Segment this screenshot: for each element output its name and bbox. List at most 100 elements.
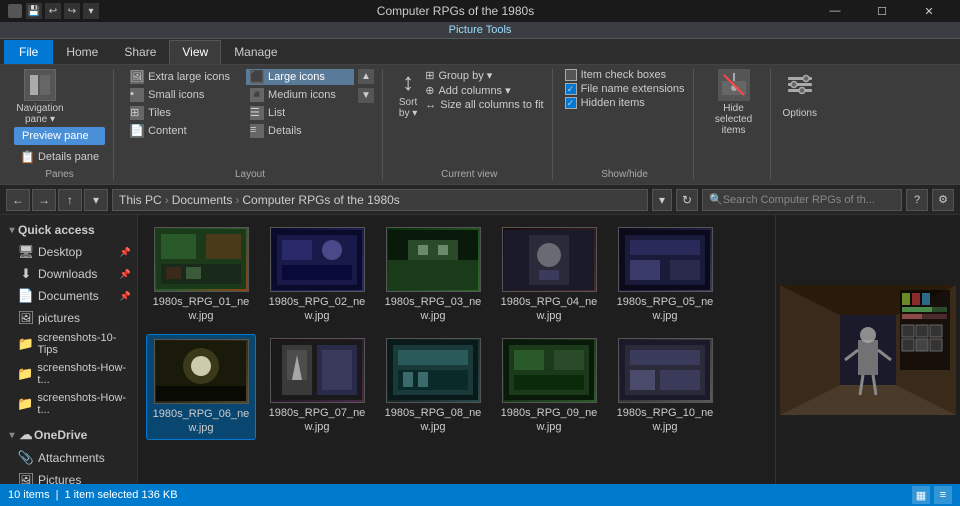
file-thumb-10	[618, 338, 713, 403]
hidden-items-toggle[interactable]: ✓ Hidden items	[565, 97, 685, 109]
layout-small[interactable]: ▪ Small icons	[126, 87, 234, 103]
sort-by-button[interactable]: ↕ Sortby ▾	[395, 69, 421, 119]
file-thumb-2	[270, 227, 365, 292]
up-button[interactable]: ↑	[58, 189, 82, 211]
layout-extra-large[interactable]: 🖼 Extra large icons	[126, 69, 234, 85]
file-item-1[interactable]: 1980s_RPG_01_new.jpg	[146, 223, 256, 328]
file-thumb-7	[270, 338, 365, 403]
screenshots-how1-label: screenshots-How-t...	[37, 362, 131, 386]
path-dropdown-button[interactable]: ▾	[652, 189, 672, 211]
file-item-7[interactable]: 1980s_RPG_07_new.jpg	[262, 334, 372, 441]
close-button[interactable]: ✕	[906, 0, 952, 22]
address-path[interactable]: This PC › Documents › Computer RPGs of t…	[112, 189, 648, 211]
redo-button[interactable]: ↪	[64, 3, 80, 19]
preview-pane-button[interactable]: Preview pane	[14, 127, 105, 145]
current-view-content: ↕ Sortby ▾ ⊞ Group by ▾ ⊕ Add columns ▾ …	[395, 69, 544, 167]
sidebar-item-pictures-od[interactable]: 🖼 Pictures	[0, 469, 137, 484]
layout-less-button[interactable]: ▼	[358, 88, 374, 103]
show-hide-group: Item check boxes ✓ File name extensions …	[557, 69, 694, 180]
settings-button[interactable]: ⚙	[932, 189, 954, 211]
sidebar-item-screenshots-tips[interactable]: 📁 screenshots-10-Tips	[0, 329, 137, 359]
title-bar: 💾 ↩ ↪ ▾ Computer RPGs of the 1980s — ☐ ✕	[0, 0, 960, 22]
current-view-group: ↕ Sortby ▾ ⊞ Group by ▾ ⊕ Add columns ▾ …	[387, 69, 553, 180]
layout-large[interactable]: ⬛ Large icons	[246, 69, 354, 85]
file-item-4[interactable]: 1980s_RPG_04_new.jpg	[494, 223, 604, 328]
file-grid: 1980s_RPG_01_new.jpg 1980s_RPG_02_new.jp…	[138, 215, 775, 484]
tab-file[interactable]: File	[4, 40, 53, 64]
sidebar-item-downloads[interactable]: ⬇ Downloads 📌	[0, 263, 137, 285]
grid-view-button[interactable]: ▦	[912, 486, 930, 504]
preview-pane-label: Preview pane	[22, 130, 89, 142]
forward-button[interactable]: →	[32, 189, 56, 211]
options-button[interactable]: Options	[783, 69, 817, 119]
options-content: Options	[783, 69, 817, 180]
quick-access-header[interactable]: ▾ Quick access	[0, 219, 137, 241]
back-button[interactable]: ←	[6, 189, 30, 211]
refresh-button[interactable]: ↻	[676, 189, 698, 211]
details-pane-button[interactable]: 📋 Details pane	[14, 147, 105, 167]
layout-details[interactable]: ≡ Details	[246, 123, 354, 139]
customize-qs-button[interactable]: ▾	[83, 3, 99, 19]
sidebar-item-attachments[interactable]: 📎 Attachments	[0, 447, 137, 469]
navigation-pane-label: Navigationpane ▾	[16, 103, 63, 125]
onedrive-label: OneDrive	[34, 428, 87, 442]
search-box[interactable]: 🔍 Search Computer RPGs of th...	[702, 189, 902, 211]
file-item-6[interactable]: 1980s_RPG_06_new.jpg	[146, 334, 256, 441]
tab-share[interactable]: Share	[111, 40, 169, 64]
sidebar-item-desktop[interactable]: 🖥 Desktop 📌	[0, 241, 137, 263]
preview-main-content	[780, 285, 956, 415]
sidebar-item-pictures[interactable]: 🖼 pictures	[0, 307, 137, 329]
hide-selected-button[interactable]: Hide selecteditems	[706, 69, 762, 136]
item-checkboxes-toggle[interactable]: Item check boxes	[565, 69, 685, 81]
add-columns-button[interactable]: ⊕ Add columns ▾	[425, 84, 543, 97]
quick-access-label: Quick access	[18, 223, 95, 237]
layout-medium[interactable]: ◾ Medium icons	[246, 87, 354, 103]
minimize-button[interactable]: —	[812, 0, 858, 22]
file-name-6: 1980s_RPG_06_new.jpg	[151, 407, 251, 436]
pictures-od-label: Pictures	[38, 473, 81, 484]
file-item-10[interactable]: 1980s_RPG_10_new.jpg	[610, 334, 720, 441]
sidebar: ▾ Quick access 🖥 Desktop 📌 ⬇ Downloads 📌…	[0, 215, 138, 484]
sidebar-item-screenshots-how1[interactable]: 📁 screenshots-How-t...	[0, 359, 137, 389]
maximize-button[interactable]: ☐	[859, 0, 905, 22]
navigation-pane-button[interactable]: Navigationpane ▾	[14, 69, 66, 125]
file-item-2[interactable]: 1980s_RPG_02_new.jpg	[262, 223, 372, 328]
large-label: Large icons	[268, 71, 325, 83]
file-name-extensions-label: File name extensions	[581, 83, 685, 95]
sidebar-item-documents[interactable]: 📄 Documents 📌	[0, 285, 137, 307]
extra-large-label: Extra large icons	[148, 71, 230, 83]
file-thumb-3	[386, 227, 481, 292]
file-thumb-4	[502, 227, 597, 292]
layout-list[interactable]: ☰ List	[246, 105, 354, 121]
address-bar: ← → ↑ ▾ This PC › Documents › Computer R…	[0, 185, 960, 215]
list-view-button[interactable]: ≡	[934, 486, 952, 504]
search-placeholder: Search Computer RPGs of th...	[723, 194, 875, 206]
layout-tiles[interactable]: ⊞ Tiles	[126, 105, 234, 121]
layout-content[interactable]: 📄 Content	[126, 123, 234, 139]
onedrive-header[interactable]: ▾ ☁ OneDrive	[0, 423, 137, 447]
undo-button[interactable]: ↩	[45, 3, 61, 19]
file-item-3[interactable]: 1980s_RPG_03_new.jpg	[378, 223, 488, 328]
group-by-button[interactable]: ⊞ Group by ▾	[425, 69, 543, 82]
recent-locations-button[interactable]: ▾	[84, 189, 108, 211]
file-item-8[interactable]: 1980s_RPG_08_new.jpg	[378, 334, 488, 441]
save-button[interactable]: 💾	[26, 3, 42, 19]
file-item-9[interactable]: 1980s_RPG_09_new.jpg	[494, 334, 604, 441]
file-item-5[interactable]: 1980s_RPG_05_new.jpg	[610, 223, 720, 328]
tab-view[interactable]: View	[169, 40, 221, 64]
screenshots-how1-icon: 📁	[17, 366, 33, 382]
small-label: Small icons	[148, 89, 204, 101]
tab-manage[interactable]: Manage	[221, 40, 290, 64]
window-controls: — ☐ ✕	[812, 0, 952, 22]
downloads-pin-icon: 📌	[120, 269, 131, 280]
help-button[interactable]: ?	[906, 189, 928, 211]
file-name-extensions-toggle[interactable]: ✓ File name extensions	[565, 83, 685, 95]
medium-icon: ◾	[250, 88, 264, 102]
window-title: Computer RPGs of the 1980s	[99, 4, 812, 18]
size-all-columns-button[interactable]: ↔ Size all columns to fit	[425, 99, 543, 111]
tab-home[interactable]: Home	[53, 40, 111, 64]
onedrive-icon: ☁	[18, 427, 34, 443]
sidebar-item-screenshots-how2[interactable]: 📁 screenshots-How-t...	[0, 389, 137, 419]
layout-group: 🖼 Extra large icons ⬛ Large icons ▪ Smal…	[118, 69, 383, 180]
layout-more-button[interactable]: ▲	[358, 69, 374, 84]
